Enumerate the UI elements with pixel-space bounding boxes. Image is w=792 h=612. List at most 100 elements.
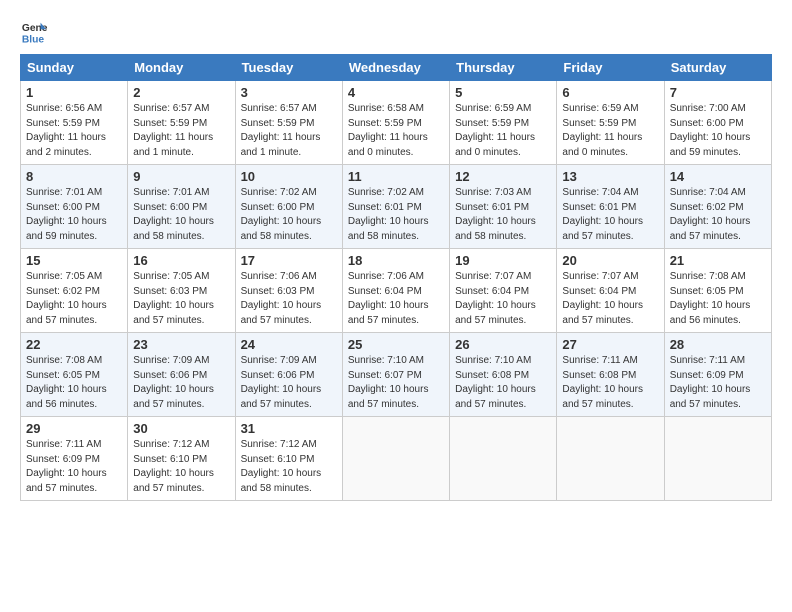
day-cell: 26 Sunrise: 7:10 AMSunset: 6:08 PMDayligh… — [450, 333, 557, 417]
day-number: 28 — [670, 337, 766, 352]
day-cell: 27 Sunrise: 7:11 AMSunset: 6:08 PMDayligh… — [557, 333, 664, 417]
day-cell — [664, 417, 771, 501]
day-number: 14 — [670, 169, 766, 184]
cell-details: Sunrise: 6:58 AMSunset: 5:59 PMDaylight:… — [348, 102, 444, 160]
day-cell: 19Sunrise: 7:07 AMSunset: 6:04 PMDayligh… — [450, 249, 557, 333]
day-number: 26 — [455, 337, 551, 352]
week-row-4: 22Sunrise: 7:08 AMSunset: 6:05 PMDayligh… — [21, 333, 772, 417]
svg-text:Blue: Blue — [22, 34, 45, 45]
day-number: 16 — [133, 253, 229, 268]
day-number: 12 — [455, 169, 551, 184]
day-number: 2 — [133, 85, 229, 100]
cell-details: Sunrise: 6:59 AMSunset: 5:59 PMDaylight:… — [562, 102, 658, 160]
calendar-table: SundayMondayTuesdayWednesdayThursdayFrid… — [20, 54, 772, 501]
day-number: 17 — [241, 253, 337, 268]
day-cell: 16 Sunrise: 7:05 AMSunset: 6:03 PMDayligh… — [128, 249, 235, 333]
day-number: 29 — [26, 421, 122, 436]
cell-details: Sunrise: 7:11 AMSunset: 6:09 PMDaylight:… — [26, 438, 122, 496]
day-cell: 6 Sunrise: 6:59 AMSunset: 5:59 PMDaylight… — [557, 81, 664, 165]
day-cell: 31 Sunrise: 7:12 AMSunset: 6:10 PMDayligh… — [235, 417, 342, 501]
page: General Blue SundayMondayTuesdayWednesda… — [0, 0, 792, 511]
cell-details: Sunrise: 7:04 AMSunset: 6:02 PMDaylight:… — [670, 186, 766, 244]
day-number: 15 — [26, 253, 122, 268]
cell-details: Sunrise: 7:07 AMSunset: 6:04 PMDaylight:… — [562, 270, 658, 328]
week-row-1: 1 Sunrise: 6:56 AMSunset: 5:59 PMDaylight… — [21, 81, 772, 165]
day-number: 9 — [133, 169, 229, 184]
cell-details: Sunrise: 7:03 AMSunset: 6:01 PMDaylight:… — [455, 186, 551, 244]
day-cell: 30Sunrise: 7:12 AMSunset: 6:10 PMDayligh… — [128, 417, 235, 501]
calendar-header-row: SundayMondayTuesdayWednesdayThursdayFrid… — [21, 55, 772, 81]
day-cell — [557, 417, 664, 501]
day-number: 8 — [26, 169, 122, 184]
day-header-monday: Monday — [128, 55, 235, 81]
day-number: 6 — [562, 85, 658, 100]
day-cell: 9 Sunrise: 7:01 AMSunset: 6:00 PMDaylight… — [128, 165, 235, 249]
day-cell: 7Sunrise: 7:00 AMSunset: 6:00 PMDaylight… — [664, 81, 771, 165]
cell-details: Sunrise: 7:08 AMSunset: 6:05 PMDaylight:… — [26, 354, 122, 412]
day-number: 31 — [241, 421, 337, 436]
day-header-tuesday: Tuesday — [235, 55, 342, 81]
cell-details: Sunrise: 7:06 AMSunset: 6:04 PMDaylight:… — [348, 270, 444, 328]
day-cell: 24Sunrise: 7:09 AMSunset: 6:06 PMDayligh… — [235, 333, 342, 417]
cell-details: Sunrise: 7:10 AMSunset: 6:07 PMDaylight:… — [348, 354, 444, 412]
cell-details: Sunrise: 7:01 AMSunset: 6:00 PMDaylight:… — [133, 186, 229, 244]
logo-icon: General Blue — [20, 18, 48, 46]
day-header-friday: Friday — [557, 55, 664, 81]
day-cell: 3 Sunrise: 6:57 AMSunset: 5:59 PMDaylight… — [235, 81, 342, 165]
day-cell: 14 Sunrise: 7:04 AMSunset: 6:02 PMDayligh… — [664, 165, 771, 249]
cell-details: Sunrise: 6:56 AMSunset: 5:59 PMDaylight:… — [26, 102, 122, 160]
day-cell: 28Sunrise: 7:11 AMSunset: 6:09 PMDayligh… — [664, 333, 771, 417]
cell-details: Sunrise: 7:00 AMSunset: 6:00 PMDaylight:… — [670, 102, 766, 160]
cell-details: Sunrise: 7:01 AMSunset: 6:00 PMDaylight:… — [26, 186, 122, 244]
day-cell: 8 Sunrise: 7:01 AMSunset: 6:00 PMDaylight… — [21, 165, 128, 249]
day-cell: 17Sunrise: 7:06 AMSunset: 6:03 PMDayligh… — [235, 249, 342, 333]
day-cell: 29 Sunrise: 7:11 AMSunset: 6:09 PMDayligh… — [21, 417, 128, 501]
cell-details: Sunrise: 7:02 AMSunset: 6:01 PMDaylight:… — [348, 186, 444, 244]
day-number: 25 — [348, 337, 444, 352]
cell-details: Sunrise: 7:12 AMSunset: 6:10 PMDaylight:… — [241, 438, 337, 496]
day-number: 23 — [133, 337, 229, 352]
day-number: 18 — [348, 253, 444, 268]
day-cell: 12 Sunrise: 7:03 AMSunset: 6:01 PMDayligh… — [450, 165, 557, 249]
cell-details: Sunrise: 7:04 AMSunset: 6:01 PMDaylight:… — [562, 186, 658, 244]
day-cell: 5Sunrise: 6:59 AMSunset: 5:59 PMDaylight… — [450, 81, 557, 165]
day-cell: 10Sunrise: 7:02 AMSunset: 6:00 PMDayligh… — [235, 165, 342, 249]
logo: General Blue — [20, 18, 52, 46]
cell-details: Sunrise: 7:09 AMSunset: 6:06 PMDaylight:… — [241, 354, 337, 412]
day-cell: 4 Sunrise: 6:58 AMSunset: 5:59 PMDaylight… — [342, 81, 449, 165]
cell-details: Sunrise: 7:10 AMSunset: 6:08 PMDaylight:… — [455, 354, 551, 412]
cell-details: Sunrise: 6:57 AMSunset: 5:59 PMDaylight:… — [241, 102, 337, 160]
cell-details: Sunrise: 7:09 AMSunset: 6:06 PMDaylight:… — [133, 354, 229, 412]
calendar-body: 1 Sunrise: 6:56 AMSunset: 5:59 PMDaylight… — [21, 81, 772, 501]
day-number: 1 — [26, 85, 122, 100]
week-row-5: 29 Sunrise: 7:11 AMSunset: 6:09 PMDayligh… — [21, 417, 772, 501]
day-cell: 20 Sunrise: 7:07 AMSunset: 6:04 PMDayligh… — [557, 249, 664, 333]
day-cell: 15 Sunrise: 7:05 AMSunset: 6:02 PMDayligh… — [21, 249, 128, 333]
cell-details: Sunrise: 7:12 AMSunset: 6:10 PMDaylight:… — [133, 438, 229, 496]
cell-details: Sunrise: 7:08 AMSunset: 6:05 PMDaylight:… — [670, 270, 766, 328]
day-number: 20 — [562, 253, 658, 268]
day-header-saturday: Saturday — [664, 55, 771, 81]
week-row-2: 8 Sunrise: 7:01 AMSunset: 6:00 PMDaylight… — [21, 165, 772, 249]
day-cell: 1 Sunrise: 6:56 AMSunset: 5:59 PMDaylight… — [21, 81, 128, 165]
day-header-sunday: Sunday — [21, 55, 128, 81]
day-cell: 22Sunrise: 7:08 AMSunset: 6:05 PMDayligh… — [21, 333, 128, 417]
header: General Blue — [20, 18, 772, 46]
day-cell: 21Sunrise: 7:08 AMSunset: 6:05 PMDayligh… — [664, 249, 771, 333]
cell-details: Sunrise: 7:05 AMSunset: 6:02 PMDaylight:… — [26, 270, 122, 328]
cell-details: Sunrise: 7:05 AMSunset: 6:03 PMDaylight:… — [133, 270, 229, 328]
day-number: 13 — [562, 169, 658, 184]
day-cell: 2 Sunrise: 6:57 AMSunset: 5:59 PMDaylight… — [128, 81, 235, 165]
day-number: 27 — [562, 337, 658, 352]
day-number: 3 — [241, 85, 337, 100]
cell-details: Sunrise: 7:11 AMSunset: 6:08 PMDaylight:… — [562, 354, 658, 412]
day-number: 4 — [348, 85, 444, 100]
week-row-3: 15 Sunrise: 7:05 AMSunset: 6:02 PMDayligh… — [21, 249, 772, 333]
cell-details: Sunrise: 7:02 AMSunset: 6:00 PMDaylight:… — [241, 186, 337, 244]
day-cell: 23 Sunrise: 7:09 AMSunset: 6:06 PMDayligh… — [128, 333, 235, 417]
day-cell: 13 Sunrise: 7:04 AMSunset: 6:01 PMDayligh… — [557, 165, 664, 249]
day-cell: 25 Sunrise: 7:10 AMSunset: 6:07 PMDayligh… — [342, 333, 449, 417]
cell-details: Sunrise: 7:07 AMSunset: 6:04 PMDaylight:… — [455, 270, 551, 328]
cell-details: Sunrise: 6:59 AMSunset: 5:59 PMDaylight:… — [455, 102, 551, 160]
cell-details: Sunrise: 6:57 AMSunset: 5:59 PMDaylight:… — [133, 102, 229, 160]
